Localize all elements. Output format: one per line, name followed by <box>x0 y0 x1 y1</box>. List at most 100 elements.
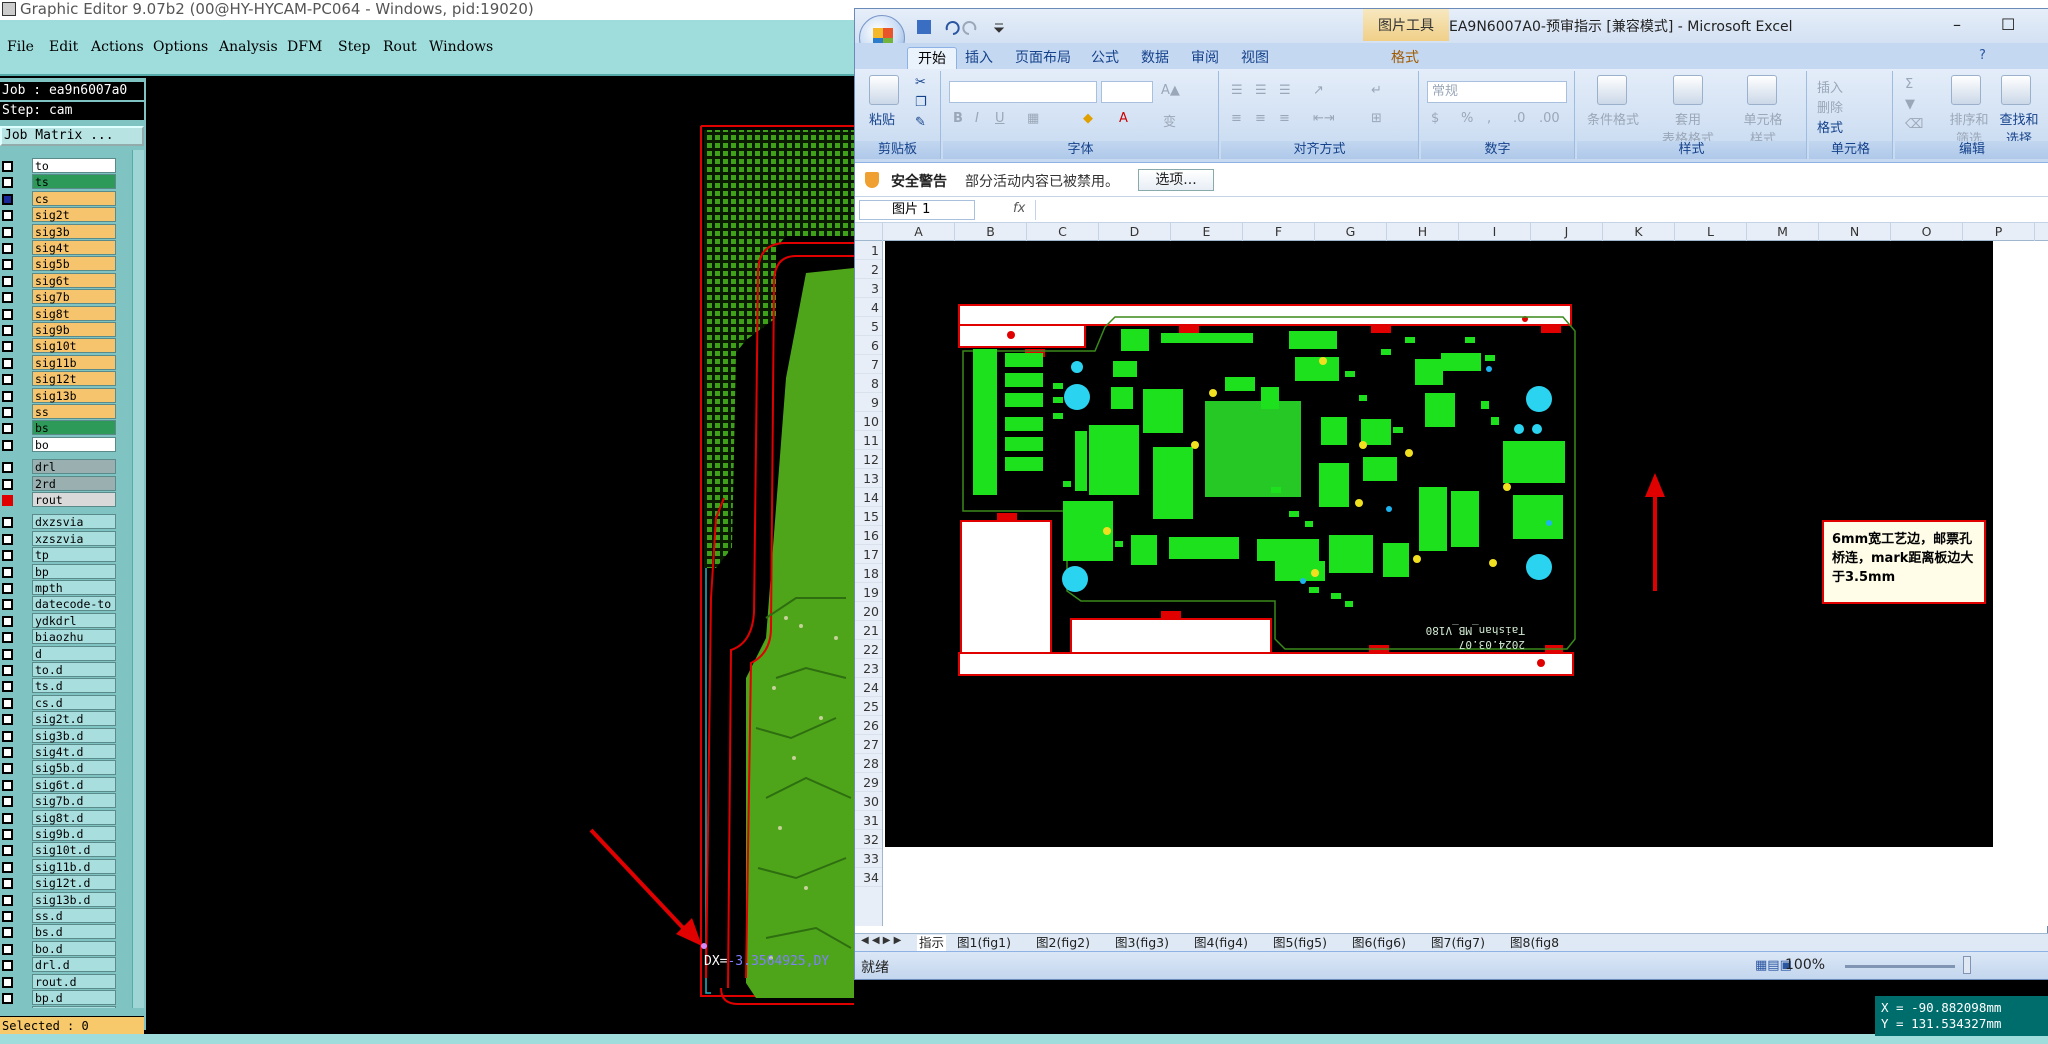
underline-icon[interactable]: U <box>995 111 1005 126</box>
layer-row[interactable]: dxzsvia <box>0 514 118 530</box>
font-name-box[interactable] <box>949 81 1097 103</box>
layer-checkbox[interactable] <box>2 177 13 189</box>
layer-row[interactable]: ss <box>0 404 118 420</box>
layer-row[interactable]: sig9b <box>0 322 118 338</box>
layer-name[interactable]: ss.d <box>32 908 116 923</box>
sheet-tab[interactable]: 指示 <box>917 935 947 951</box>
layer-row[interactable]: sig4t <box>0 240 118 256</box>
layer-row[interactable]: sig4t.d <box>0 744 118 760</box>
sheet-tab[interactable]: 图2(fig2) <box>1034 935 1092 951</box>
row-header[interactable]: 20 <box>855 602 882 621</box>
fx-icon[interactable]: fx <box>1013 201 1025 216</box>
layer-name[interactable]: sig12t.d <box>32 875 116 891</box>
layer-name[interactable]: to <box>32 158 116 173</box>
sheet-tab[interactable]: 图8(fig8 <box>1508 935 1561 951</box>
column-header[interactable]: O <box>1891 223 1963 241</box>
layer-name[interactable]: bo <box>32 436 116 452</box>
layer-checkbox[interactable] <box>2 423 13 435</box>
menu-rout[interactable]: Rout <box>383 39 417 55</box>
layer-checkbox[interactable] <box>2 583 13 594</box>
layer-row[interactable]: sig13b <box>0 387 118 404</box>
row-header[interactable]: 15 <box>855 507 882 526</box>
conditional-format-button[interactable]: 条件格式 <box>1583 109 1643 128</box>
row-header[interactable]: 17 <box>855 545 882 564</box>
row-header[interactable]: 16 <box>855 526 882 545</box>
layer-name[interactable]: drl <box>32 459 116 475</box>
layer-checkbox[interactable] <box>2 812 13 824</box>
layer-name[interactable]: sig10t <box>32 338 116 354</box>
layer-name[interactable]: xzszvia <box>32 530 116 546</box>
column-header[interactable]: A <box>883 223 955 241</box>
row-header[interactable]: 21 <box>855 621 882 640</box>
layer-checkbox[interactable] <box>2 615 13 627</box>
layer-checkbox[interactable] <box>2 390 13 402</box>
save-icon[interactable] <box>917 20 931 34</box>
layer-checkbox[interactable] <box>2 927 13 939</box>
layer-row[interactable]: ydkdrl <box>0 612 118 629</box>
layer-name[interactable]: bp <box>32 563 116 579</box>
layer-name[interactable]: sig2t <box>32 207 116 223</box>
paste-icon[interactable] <box>869 75 899 105</box>
layer-checkbox[interactable] <box>2 681 13 693</box>
menu-edit[interactable]: Edit <box>49 39 78 55</box>
layer-checkbox[interactable] <box>2 226 13 238</box>
layer-name[interactable]: bp.d <box>32 990 116 1005</box>
layer-checkbox[interactable] <box>2 161 13 172</box>
row-header[interactable]: 34 <box>855 868 882 887</box>
genesis-graphic-canvas[interactable] <box>146 78 854 1030</box>
layer-row[interactable]: bo.d <box>0 940 118 957</box>
layer-name[interactable]: biaozhu <box>32 629 116 645</box>
layer-name[interactable]: sig12t <box>32 371 116 387</box>
layer-name[interactable]: cs <box>32 190 116 206</box>
layer-checkbox[interactable] <box>2 243 13 254</box>
layer-name[interactable]: sig5b <box>32 256 116 272</box>
align-center-icon[interactable]: ≡ <box>1255 111 1266 126</box>
layer-row[interactable]: cs <box>0 190 118 207</box>
layer-checkbox[interactable] <box>2 763 13 775</box>
row-header[interactable]: 33 <box>855 849 882 868</box>
layer-row[interactable]: sig11b.d <box>0 858 118 875</box>
layer-row[interactable]: ts <box>0 174 118 190</box>
job-matrix-button[interactable]: Job Matrix ... <box>0 126 144 146</box>
row-header[interactable]: 25 <box>855 697 882 716</box>
column-header[interactable]: H <box>1387 223 1459 241</box>
layer-name[interactable]: sig10t.d <box>32 842 116 858</box>
customize-qat-icon[interactable] <box>993 23 1005 33</box>
column-header[interactable]: J <box>1531 223 1603 241</box>
undo-icon[interactable] <box>945 21 960 35</box>
row-header[interactable]: 7 <box>855 355 882 374</box>
layer-checkbox[interactable] <box>2 878 13 890</box>
layer-row[interactable]: to.d <box>0 662 118 678</box>
layer-row[interactable]: sig12t <box>0 371 118 387</box>
row-header[interactable]: 27 <box>855 735 882 754</box>
layer-checkbox[interactable] <box>2 779 13 791</box>
layer-checkbox[interactable] <box>2 648 13 660</box>
delete-button[interactable]: 删除 <box>1817 97 1843 116</box>
layer-row[interactable]: bp <box>0 563 118 580</box>
sheet-tab[interactable]: 图1(fig1) <box>955 935 1013 951</box>
layer-name[interactable]: ydkdrl <box>32 612 116 628</box>
layer-list-scrollbar[interactable] <box>132 150 144 1008</box>
layer-checkbox[interactable] <box>2 829 13 840</box>
layer-checkbox[interactable] <box>2 845 13 857</box>
row-header[interactable]: 22 <box>855 640 882 659</box>
layer-row[interactable]: rout <box>0 492 118 508</box>
layer-checkbox[interactable] <box>2 439 13 451</box>
paste-button[interactable]: 粘贴 <box>869 109 895 128</box>
tab-view[interactable]: 视图 <box>1231 47 1279 69</box>
tab-home[interactable]: 开始 <box>907 47 957 69</box>
sheet-tab[interactable]: 图4(fig4) <box>1192 935 1250 951</box>
layer-name[interactable]: sig6t <box>32 272 116 288</box>
layer-row[interactable]: dd.d <box>0 1006 118 1008</box>
layer-name[interactable]: sig9b <box>32 322 116 337</box>
wrap-text-icon[interactable]: ↵ <box>1371 83 1382 98</box>
row-header[interactable]: 23 <box>855 659 882 678</box>
layer-checkbox[interactable] <box>2 292 13 304</box>
layer-checkbox[interactable] <box>2 308 13 320</box>
sheet-tab[interactable]: 图5(fig5) <box>1271 935 1329 951</box>
layer-row[interactable]: bp.d <box>0 990 118 1006</box>
redo-icon[interactable] <box>962 21 977 35</box>
layer-checkbox[interactable] <box>2 747 13 758</box>
layer-row[interactable]: sig2t.d <box>0 711 118 727</box>
layer-name[interactable]: ts <box>32 174 116 190</box>
